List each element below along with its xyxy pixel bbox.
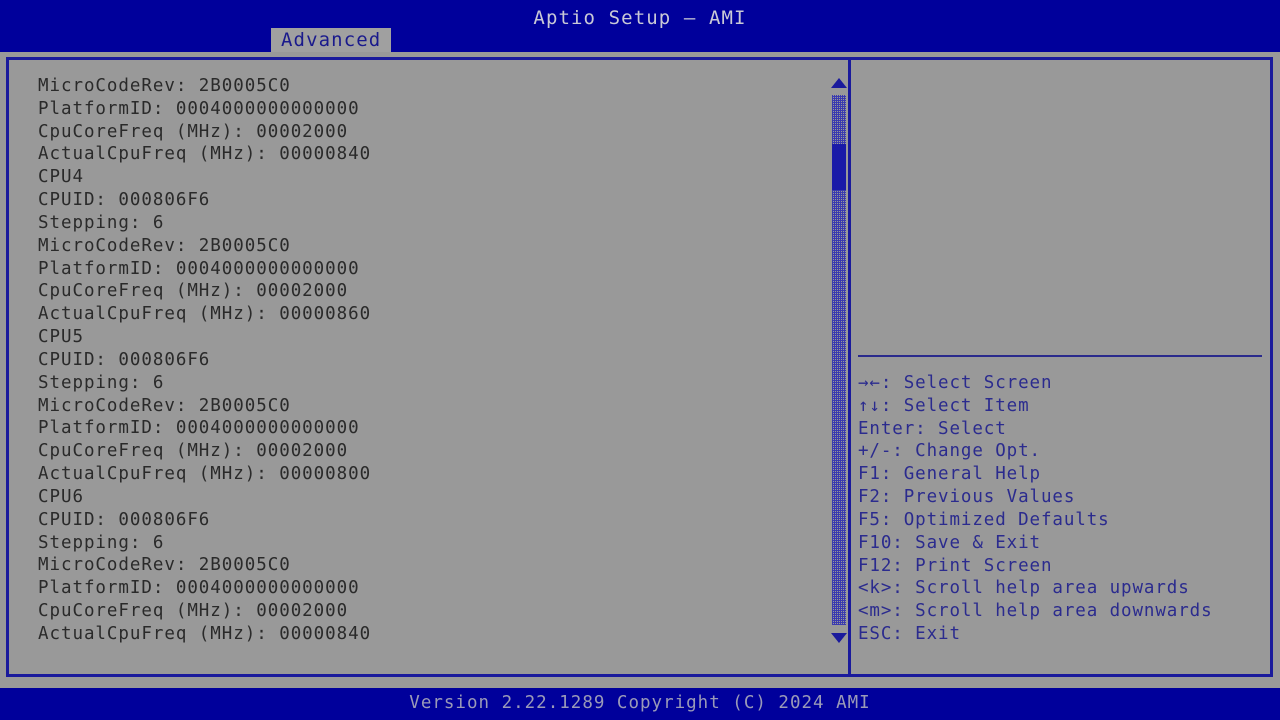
page-title: Aptio Setup – AMI [533, 7, 747, 29]
help-shortcut-line: Enter: Select [858, 418, 1007, 439]
cpu-info-line: ActualCpuFreq (MHz): 00000800 [38, 464, 372, 485]
cpu-info-line: CpuCoreFreq (MHz): 00002000 [38, 281, 349, 302]
help-shortcut-line: F1: General Help [858, 464, 1041, 485]
cpu-info-line: ActualCpuFreq (MHz): 00000860 [38, 304, 372, 325]
cpu-info-line: PlatformID: 0004000000000000 [38, 418, 360, 439]
cpu-info-line: MicroCodeRev: 2B0005C0 [38, 395, 291, 416]
help-shortcut-line: F2: Previous Values [858, 487, 1076, 508]
menu-tab-bar: Advanced [0, 28, 1280, 53]
cpu-info-line: MicroCodeRev: 2B0005C0 [38, 235, 291, 256]
cpu-info-line: Stepping: 6 [38, 212, 165, 233]
help-shortcut-line: +/-: Change Opt. [858, 441, 1041, 462]
pane-divider [848, 60, 851, 674]
scroll-up-arrow-icon[interactable] [831, 78, 847, 88]
cpu-info-line: CPU4 [38, 167, 84, 188]
scroll-down-arrow-icon[interactable] [831, 633, 847, 643]
help-shortcut-line: F5: Optimized Defaults [858, 509, 1110, 530]
cpu-info-line: ActualCpuFreq (MHz): 00000840 [38, 623, 372, 644]
version-copyright-text: Version 2.22.1289 Copyright (C) 2024 AMI [409, 693, 871, 713]
cpu-info-line: CPU6 [38, 486, 84, 507]
scrollbar-thumb[interactable] [832, 144, 846, 190]
footer-bar: Version 2.22.1289 Copyright (C) 2024 AMI [0, 688, 1280, 720]
help-shortcut-line: <k>: Scroll help area upwards [858, 578, 1190, 599]
cpu-info-line: CpuCoreFreq (MHz): 00002000 [38, 601, 349, 622]
cpu-info-line: CPU5 [38, 327, 84, 348]
cpu-info-line: CPUID: 000806F6 [38, 349, 211, 370]
help-shortcut-line: →←: Select Screen [858, 373, 1053, 393]
cpu-info-line: MicroCodeRev: 2B0005C0 [38, 76, 291, 96]
cpu-info-line: PlatformID: 0004000000000000 [38, 98, 360, 119]
help-shortcut-line: <m>: Scroll help area downwards [858, 601, 1213, 622]
cpu-info-line: PlatformID: 0004000000000000 [38, 578, 360, 599]
cpu-info-line: MicroCodeRev: 2B0005C0 [38, 555, 291, 576]
cpu-info-line: CpuCoreFreq (MHz): 00002000 [38, 441, 349, 462]
cpu-info-line: Stepping: 6 [38, 372, 165, 393]
help-shortcut-line: ESC: Exit [858, 624, 961, 645]
vertical-scrollbar[interactable] [828, 63, 850, 669]
help-shortcut-line: F10: Save & Exit [858, 532, 1041, 553]
help-pane: →←: Select Screen ↑↓: Select Item Enter: S… [856, 63, 1268, 669]
cpu-info-line: ActualCpuFreq (MHz): 00000840 [38, 144, 372, 165]
tab-advanced[interactable]: Advanced [271, 28, 392, 53]
cpu-info-line: CpuCoreFreq (MHz): 00002000 [38, 121, 349, 142]
help-shortcut-line: F12: Print Screen [858, 555, 1053, 576]
help-separator-line [858, 355, 1262, 357]
cpu-info-line: Stepping: 6 [38, 532, 165, 553]
bios-setup-screen: Aptio Setup – AMI Advanced MicroCodeRev:… [0, 0, 1280, 720]
help-shortcut-line: ↑↓: Select Item [858, 395, 1030, 416]
cpu-info-line: CPUID: 000806F6 [38, 509, 211, 530]
cpu-info-line: PlatformID: 0004000000000000 [38, 258, 360, 279]
cpu-info-line: CPUID: 000806F6 [38, 190, 211, 211]
cpu-information-list[interactable]: MicroCodeRev: 2B0005C0 PlatformID: 000400… [9, 63, 824, 669]
title-bar: Aptio Setup – AMI Advanced [0, 0, 1280, 53]
